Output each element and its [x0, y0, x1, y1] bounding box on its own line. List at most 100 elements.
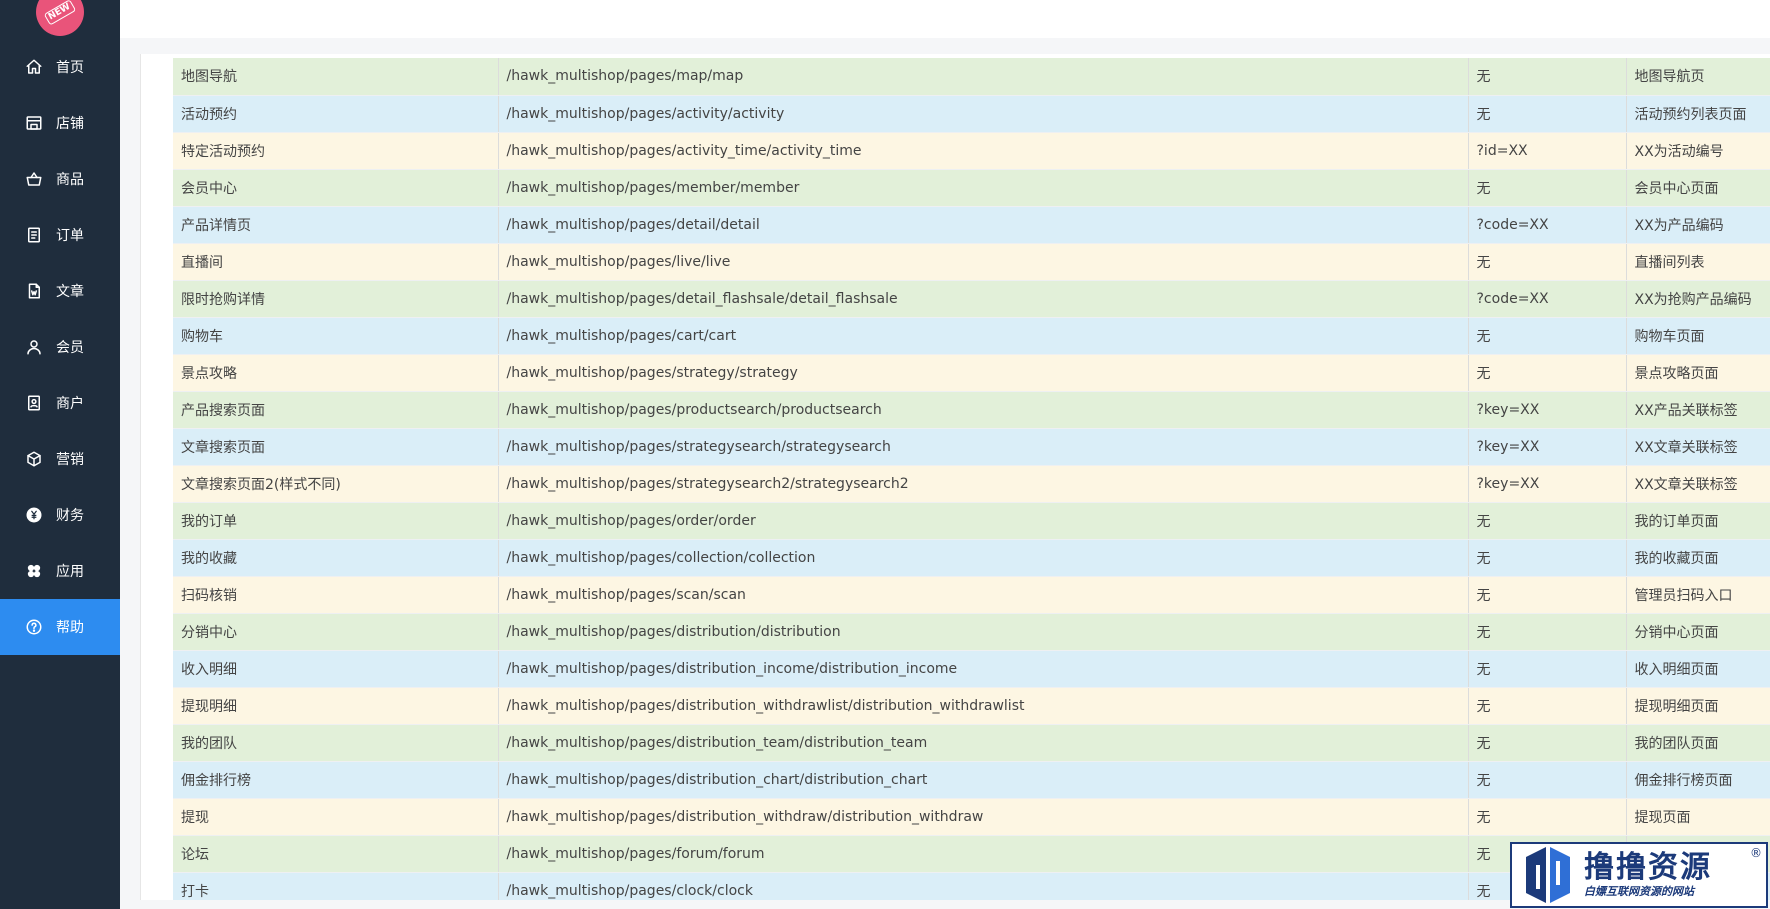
cell-params: 无 — [1468, 502, 1627, 540]
sidebar-item-label: 店铺 — [56, 116, 84, 132]
table-row: 分销中心/hawk_multishop/pages/distribution/d… — [173, 613, 1770, 651]
table-row: 直播间/hawk_multishop/pages/live/live 无直播间列表 — [173, 243, 1770, 281]
cell-page-path: /hawk_multishop/pages/productsearch/prod… — [498, 391, 1469, 429]
watermark-subtitle: 白嫖互联网资源的网站 — [1584, 885, 1694, 898]
sidebar-item-orders[interactable]: 订单 — [0, 207, 120, 263]
sidebar-item-goods[interactable]: 商品 — [0, 151, 120, 207]
cell-page-name: 我的收藏 — [173, 539, 499, 577]
content-panel: 地图导航/hawk_multishop/pages/map/map 无地图导航页活… — [140, 54, 1770, 900]
page-path-table: 地图导航/hawk_multishop/pages/map/map 无地图导航页活… — [173, 58, 1770, 900]
table-row: 收入明细/hawk_multishop/pages/distribution_i… — [173, 650, 1770, 688]
sidebar-item-help[interactable]: 帮助 — [0, 599, 120, 655]
cell-page-name: 我的团队 — [173, 724, 499, 762]
cell-params: 无 — [1468, 798, 1627, 836]
cell-description: 提现明细页面 — [1626, 687, 1770, 725]
cell-page-name: 扫码核销 — [173, 576, 499, 614]
cell-page-name: 提现 — [173, 798, 499, 836]
table-row: 限时抢购详情/hawk_multishop/pages/detail_flash… — [173, 280, 1770, 318]
cell-page-path: /hawk_multishop/pages/map/map — [498, 58, 1469, 96]
logo-badge: NEW — [43, 0, 77, 26]
sidebar-item-label: 首页 — [56, 60, 84, 76]
cell-page-name: 直播间 — [173, 243, 499, 281]
cell-params: 无 — [1468, 317, 1627, 355]
cell-page-name: 特定活动预约 — [173, 132, 499, 170]
cell-page-path: /hawk_multishop/pages/distribution_withd… — [498, 798, 1469, 836]
sidebar-item-home[interactable]: 首页 — [0, 39, 120, 95]
sidebar-item-label: 帮助 — [56, 620, 84, 636]
cell-description: 收入明细页面 — [1626, 650, 1770, 688]
sidebar-item-label: 商品 — [56, 172, 84, 188]
cell-page-path: /hawk_multishop/pages/member/member — [498, 169, 1469, 207]
cell-page-name: 地图导航 — [173, 58, 499, 96]
home-icon — [24, 57, 44, 77]
table-body: 地图导航/hawk_multishop/pages/map/map 无地图导航页活… — [173, 58, 1770, 900]
watermark-title: 撸撸资源 — [1584, 850, 1712, 885]
sidebar-item-label: 商户 — [56, 396, 84, 412]
table-row: 我的团队/hawk_multishop/pages/distribution_t… — [173, 724, 1770, 762]
cell-description: 景点攻略页面 — [1626, 354, 1770, 392]
cell-description: XX产品关联标签 — [1626, 391, 1770, 429]
table-row: 佣金排行榜/hawk_multishop/pages/distribution_… — [173, 761, 1770, 799]
cell-page-name: 产品详情页 — [173, 206, 499, 244]
cell-page-name: 限时抢购详情 — [173, 280, 499, 318]
cell-params: 无 — [1468, 539, 1627, 577]
cell-page-name: 购物车 — [173, 317, 499, 355]
cell-page-name: 会员中心 — [173, 169, 499, 207]
table-row: 景点攻略/hawk_multishop/pages/strategy/strat… — [173, 354, 1770, 392]
cell-description: 我的收藏页面 — [1626, 539, 1770, 577]
cell-page-path: /hawk_multishop/pages/distribution_incom… — [498, 650, 1469, 688]
sidebar-item-label: 应用 — [56, 564, 84, 580]
cell-params: 无 — [1468, 354, 1627, 392]
cell-page-path: /hawk_multishop/pages/distribution_team/… — [498, 724, 1469, 762]
cell-description: XX为抢购产品编码 — [1626, 280, 1770, 318]
cell-description: 分销中心页面 — [1626, 613, 1770, 651]
cell-page-path: /hawk_multishop/pages/strategy/strategy — [498, 354, 1469, 392]
sidebar-item-store[interactable]: 店铺 — [0, 95, 120, 151]
cell-page-path: /hawk_multishop/pages/distribution_withd… — [498, 687, 1469, 725]
cell-params: 无 — [1468, 243, 1627, 281]
cell-page-name: 产品搜索页面 — [173, 391, 499, 429]
watermark: 撸撸资源 白嫖互联网资源的网站 ® — [1510, 842, 1768, 908]
sidebar-item-finance[interactable]: 财务 — [0, 487, 120, 543]
sidebar-item-members[interactable]: 会员 — [0, 319, 120, 375]
cell-page-path: /hawk_multishop/pages/detail_flashsale/d… — [498, 280, 1469, 318]
cell-params: ?key=XX — [1468, 391, 1627, 429]
cell-params: ?code=XX — [1468, 206, 1627, 244]
cell-description: 佣金排行榜页面 — [1626, 761, 1770, 799]
marketing-icon — [24, 449, 44, 469]
cell-page-name: 景点攻略 — [173, 354, 499, 392]
registered-mark: ® — [1750, 846, 1762, 860]
help-icon — [24, 617, 44, 637]
cell-page-name: 提现明细 — [173, 687, 499, 725]
logo[interactable]: NEW — [36, 0, 84, 36]
cell-description: XX为活动编号 — [1626, 132, 1770, 170]
cell-params: ?id=XX — [1468, 132, 1627, 170]
basket-icon — [24, 169, 44, 189]
cell-params: ?code=XX — [1468, 280, 1627, 318]
table-row: 产品搜索页面/hawk_multishop/pages/productsearc… — [173, 391, 1770, 429]
cell-params: 无 — [1468, 724, 1627, 762]
top-bar — [120, 0, 1770, 38]
cell-params: ?key=XX — [1468, 428, 1627, 466]
table-row: 购物车/hawk_multishop/pages/cart/cart 无购物车页面 — [173, 317, 1770, 355]
sidebar-item-marketing[interactable]: 营销 — [0, 431, 120, 487]
sidebar-item-merchants[interactable]: 商户 — [0, 375, 120, 431]
sidebar-item-label: 订单 — [56, 228, 84, 244]
cell-page-name: 收入明细 — [173, 650, 499, 688]
sidebar-nav: 首页 店铺 商品 订单 文章 会员 商户 营销 财务 应用 帮助 — [0, 39, 120, 655]
cell-page-name: 打卡 — [173, 872, 499, 900]
table-row: 我的收藏/hawk_multishop/pages/collection/col… — [173, 539, 1770, 577]
cell-params: ?key=XX — [1468, 465, 1627, 503]
finance-icon — [24, 505, 44, 525]
sidebar-item-apps[interactable]: 应用 — [0, 543, 120, 599]
cell-params: 无 — [1468, 169, 1627, 207]
cell-page-path: /hawk_multishop/pages/cart/cart — [498, 317, 1469, 355]
merchant-icon — [24, 393, 44, 413]
cell-page-path: /hawk_multishop/pages/clock/clock — [498, 872, 1469, 900]
sidebar-item-articles[interactable]: 文章 — [0, 263, 120, 319]
table-row: 提现/hawk_multishop/pages/distribution_wit… — [173, 798, 1770, 836]
table-row: 地图导航/hawk_multishop/pages/map/map 无地图导航页 — [173, 58, 1770, 96]
table-row: 我的订单/hawk_multishop/pages/order/order 无我的… — [173, 502, 1770, 540]
sidebar-item-label: 会员 — [56, 340, 84, 356]
cell-page-name: 分销中心 — [173, 613, 499, 651]
